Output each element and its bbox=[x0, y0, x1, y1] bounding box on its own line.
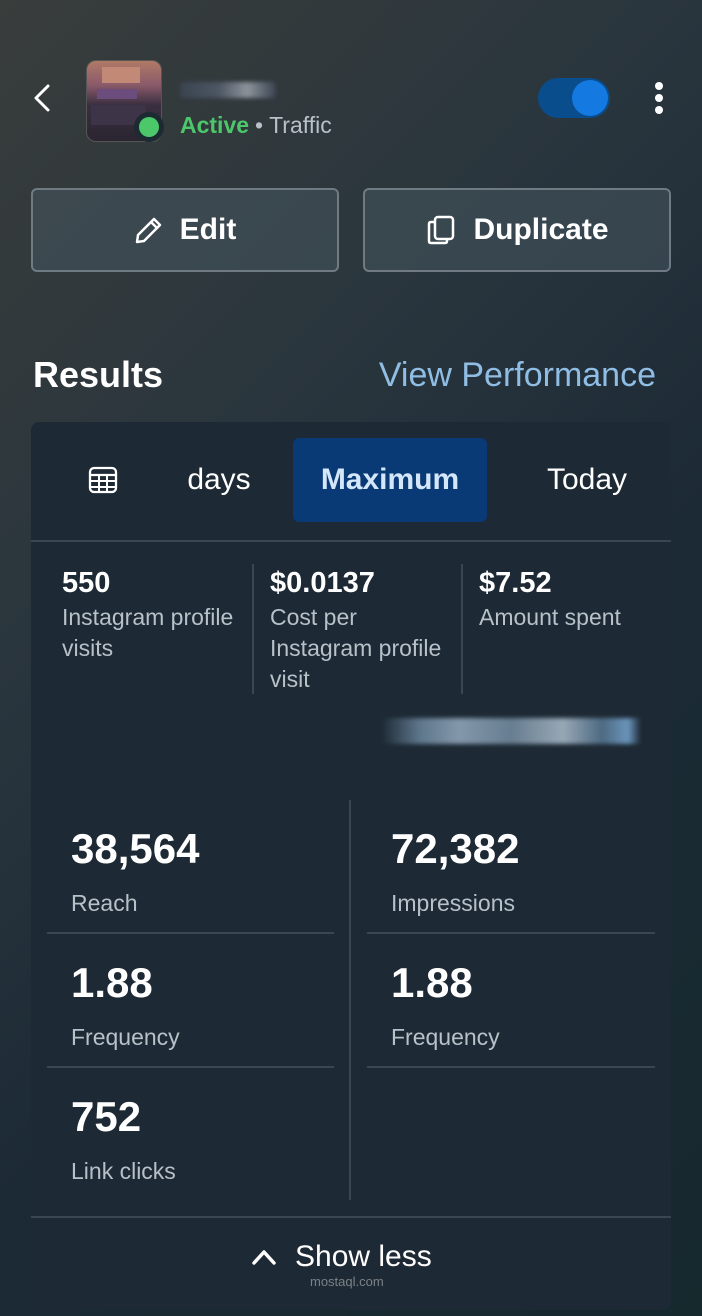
redacted-ad-name bbox=[180, 82, 276, 98]
metric-value: 38,564 bbox=[71, 825, 200, 872]
metric-link-clicks: 752 Link clicks bbox=[71, 1092, 359, 1185]
summary-value: 550 bbox=[62, 567, 111, 599]
toggle-knob bbox=[572, 80, 608, 116]
show-less-button[interactable]: Show less bbox=[251, 1240, 432, 1274]
view-performance-link[interactable]: View Performance bbox=[379, 356, 656, 395]
tab-today[interactable]: Today bbox=[515, 438, 659, 522]
date-range-tabs: days Maximum Today bbox=[31, 422, 671, 542]
redacted-content bbox=[381, 718, 641, 744]
ad-active-toggle[interactable] bbox=[538, 78, 610, 118]
card-footer: Show less bbox=[31, 1216, 671, 1310]
header-bar: Active • Traffic bbox=[0, 0, 702, 170]
duplicate-label: Duplicate bbox=[473, 213, 609, 246]
summary-amount-spent: $7.52 Amount spent bbox=[479, 564, 669, 633]
objective-label: Traffic bbox=[269, 112, 332, 138]
edit-label: Edit bbox=[179, 213, 237, 246]
separator-dot: • bbox=[255, 112, 264, 138]
edit-button[interactable]: Edit bbox=[31, 188, 339, 272]
summary-profile-visits: 550 Instagram profile visits bbox=[62, 564, 252, 664]
active-status-indicator bbox=[134, 112, 164, 142]
duplicate-icon bbox=[428, 215, 455, 245]
metric-reach: 38,564 Reach bbox=[71, 824, 359, 917]
metric-separator bbox=[47, 932, 334, 934]
metric-frequency: 1.88 Frequency bbox=[391, 958, 671, 1051]
more-vertical-icon bbox=[655, 82, 663, 114]
metric-label: Impressions bbox=[391, 890, 515, 916]
metric-value: 72,382 bbox=[391, 825, 520, 872]
summary-label: Cost per Instagram profile visit bbox=[270, 604, 442, 692]
metric-separator bbox=[367, 932, 655, 934]
chevron-up-icon bbox=[252, 1250, 276, 1265]
metric-label: Frequency bbox=[391, 1024, 500, 1050]
results-summary: 550 Instagram profile visits $0.0137 Cos… bbox=[31, 542, 671, 702]
metric-label: Reach bbox=[71, 890, 138, 916]
results-card: days Maximum Today 550 Instagram profile… bbox=[31, 422, 671, 1310]
metric-value: 752 bbox=[71, 1093, 142, 1140]
tab-maximum[interactable]: Maximum bbox=[293, 438, 487, 522]
watermark-text: mostaql.com bbox=[310, 1274, 384, 1289]
metric-label: Link clicks bbox=[71, 1158, 176, 1184]
summary-value: $0.0137 bbox=[270, 567, 375, 599]
show-less-label: Show less bbox=[295, 1240, 432, 1273]
summary-label: Instagram profile visits bbox=[62, 604, 234, 661]
summary-divider bbox=[461, 564, 463, 694]
pencil-icon bbox=[135, 217, 161, 244]
metric-label: Frequency bbox=[71, 1024, 180, 1050]
metric-frequency: 1.88 Frequency bbox=[71, 958, 359, 1051]
metric-separator bbox=[47, 1066, 334, 1068]
metric-value: 1.88 bbox=[391, 959, 473, 1006]
duplicate-button[interactable]: Duplicate bbox=[363, 188, 671, 272]
ad-subtitle: Active • Traffic bbox=[180, 112, 332, 139]
chevron-left-icon bbox=[34, 84, 50, 112]
status-label: Active bbox=[180, 112, 250, 138]
calendar-icon[interactable] bbox=[87, 464, 119, 496]
metric-impressions: 72,382 Impressions bbox=[391, 824, 671, 917]
more-options-button[interactable] bbox=[644, 78, 674, 118]
summary-label: Amount spent bbox=[479, 604, 621, 630]
summary-value: $7.52 bbox=[479, 567, 552, 599]
back-button[interactable] bbox=[26, 78, 58, 118]
metric-value: 1.88 bbox=[71, 959, 153, 1006]
summary-cost-per-visit: $0.0137 Cost per Instagram profile visit bbox=[270, 564, 460, 695]
results-heading: Results bbox=[33, 354, 164, 395]
tab-days[interactable]: days bbox=[149, 438, 289, 522]
metric-separator bbox=[367, 1066, 655, 1068]
summary-divider bbox=[252, 564, 254, 694]
